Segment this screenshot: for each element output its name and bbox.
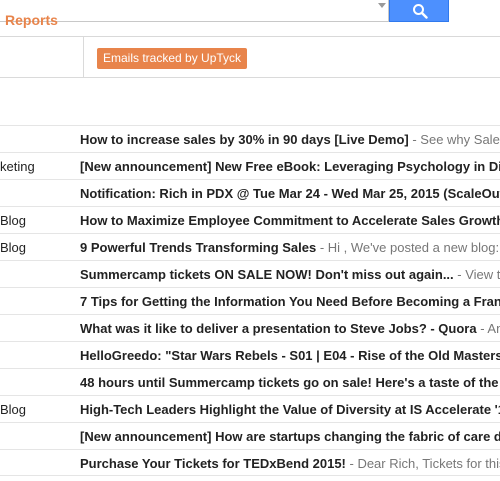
message-row[interactable]: Blog How to Maximize Employee Commitment … <box>0 206 500 233</box>
search-input[interactable] <box>0 0 389 22</box>
message-subject: Notification: Rich in PDX @ Tue Mar 24 -… <box>80 186 500 201</box>
message-subject: How to increase sales by 30% in 90 days … <box>80 132 409 147</box>
message-subject: How to Maximize Employee Commitment to A… <box>80 213 500 228</box>
message-subject: Summercamp tickets ON SALE NOW! Don't mi… <box>80 267 454 282</box>
message-row[interactable]: What was it like to deliver a presentati… <box>0 314 500 341</box>
search-icon <box>413 4 428 19</box>
tab-reports[interactable]: Reports <box>5 12 58 28</box>
message-subject: 7 Tips for Getting the Information You N… <box>80 294 500 309</box>
message-subject: [New announcement] How are startups chan… <box>80 429 500 444</box>
message-row[interactable]: How to increase sales by 30% in 90 days … <box>0 125 500 152</box>
message-row[interactable]: HelloGreedo: "Star Wars Rebels - S01 | E… <box>0 341 500 368</box>
message-list: How to increase sales by 30% in 90 days … <box>0 125 500 476</box>
tab-divider <box>83 37 84 77</box>
message-sender: Blog <box>0 213 27 228</box>
message-subject: 48 hours until Summercamp tickets go on … <box>80 375 500 390</box>
message-row[interactable]: 7 Tips for Getting the Information You N… <box>0 287 500 314</box>
caret-down-icon[interactable] <box>378 3 386 8</box>
message-subject: What was it like to deliver a presentati… <box>80 321 477 336</box>
message-row[interactable]: [New announcement] How are startups chan… <box>0 422 500 449</box>
message-snippet: - See why Sales <box>408 132 500 147</box>
message-row[interactable]: Blog 9 Powerful Trends Transforming Sales… <box>0 233 500 260</box>
message-row[interactable]: 48 hours until Summercamp tickets go on … <box>0 368 500 395</box>
message-row[interactable]: Summercamp tickets ON SALE NOW! Don't mi… <box>0 260 500 287</box>
top-bar <box>0 0 500 37</box>
search-button[interactable] <box>389 0 449 22</box>
message-subject: HelloGreedo: "Star Wars Rebels - S01 | E… <box>80 348 500 363</box>
message-row[interactable]: keting [New announcement] New Free eBook:… <box>0 152 500 179</box>
message-row[interactable]: Blog High-Tech Leaders Highlight the Valu… <box>0 395 500 422</box>
message-sender: keting <box>0 159 35 174</box>
tab-bar <box>0 37 500 78</box>
message-snippet: - View th <box>457 267 500 282</box>
message-subject: Purchase Your Tickets for TEDxBend 2015! <box>80 456 346 471</box>
message-row[interactable]: Purchase Your Tickets for TEDxBend 2015!… <box>0 449 500 476</box>
message-snippet: - Dear Rich, Tickets for this <box>345 456 500 471</box>
message-sender: Blog <box>0 402 27 417</box>
message-snippet: - Ans <box>480 321 500 336</box>
message-subject: High-Tech Leaders Highlight the Value of… <box>80 402 500 417</box>
message-subject: 9 Powerful Trends Transforming Sales <box>80 240 317 255</box>
message-sender: Blog <box>0 240 27 255</box>
message-row[interactable]: Notification: Rich in PDX @ Tue Mar 24 -… <box>0 179 500 206</box>
message-snippet: - Hi , We've posted a new blog: S <box>316 240 500 255</box>
tracking-badge[interactable]: Emails tracked by UpTyck <box>97 48 248 69</box>
message-subject: [New announcement] New Free eBook: Lever… <box>80 159 500 174</box>
